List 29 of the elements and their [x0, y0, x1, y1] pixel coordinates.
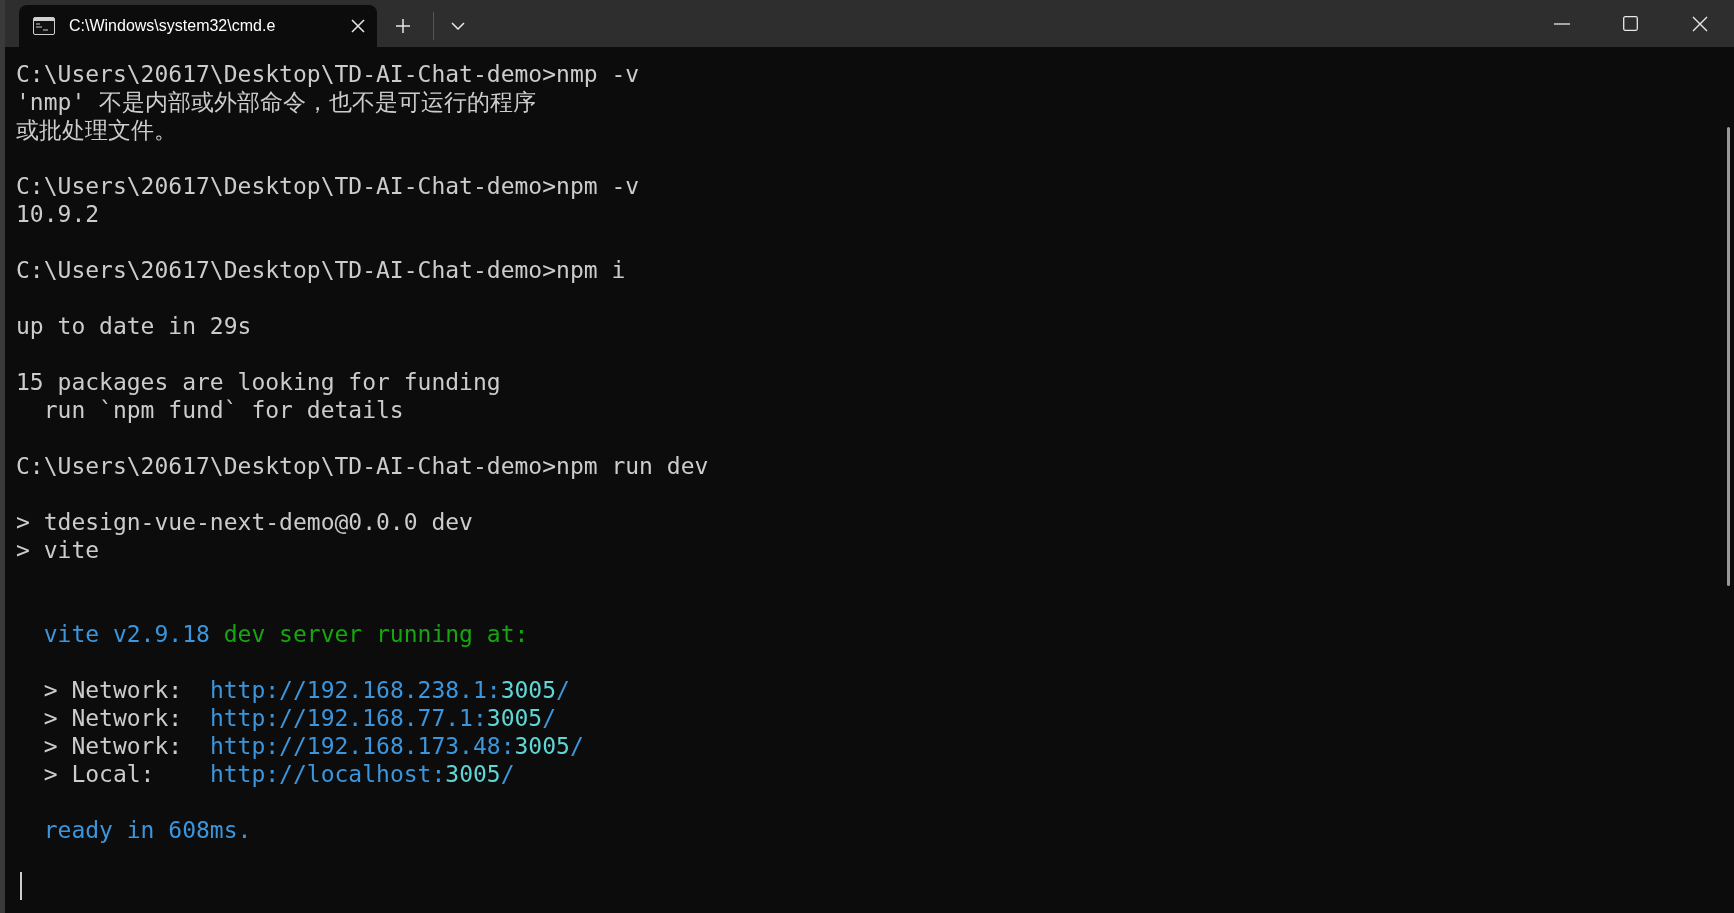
new-tab-icon[interactable]	[395, 18, 411, 34]
terminal-line: 或批处理文件。	[16, 117, 177, 143]
close-icon[interactable]	[1691, 15, 1708, 32]
terminal-line: > Network: http://192.168.77.1:3005/	[42, 705, 557, 731]
dropdown-icon[interactable]	[451, 22, 465, 30]
terminal-line: run `npm fund` for details	[42, 397, 404, 423]
terminal-line: 'nmp' 不是内部或外部命令，也不是可运行的程序	[16, 89, 537, 115]
terminal-line: C:\Users\20617\Desktop\TD-AI-Chat-demo>npm i	[16, 257, 626, 283]
minimize-icon[interactable]	[1553, 22, 1570, 25]
terminal-line: 15 packages are looking for funding	[16, 369, 501, 395]
terminal-line: C:\Users\20617\Desktop\TD-AI-Chat-demo>nmp -v	[16, 61, 640, 87]
scrollbar-thumb[interactable]	[1727, 127, 1730, 586]
terminal-line: 10.9.2	[16, 201, 100, 227]
terminal-line: > tdesign-vue-next-demo@0.0.0 dev	[16, 509, 473, 535]
terminal-line: > Network: http://192.168.173.48:3005/	[42, 733, 584, 759]
terminal-line: > Network: http://192.168.238.1:3005/	[42, 677, 570, 703]
terminal-line: C:\Users\20617\Desktop\TD-AI-Chat-demo>npm -v	[16, 173, 640, 199]
terminal-tab[interactable]: C:\Windows\system32\cmd.e	[19, 5, 377, 47]
terminal-icon	[33, 17, 55, 35]
terminal-line: > vite	[16, 537, 100, 563]
maximize-icon[interactable]	[1623, 16, 1638, 31]
terminal-line: C:\Users\20617\Desktop\TD-AI-Chat-demo>npm run dev	[16, 453, 709, 479]
tab-title: C:\Windows\system32\cmd.e	[69, 17, 277, 35]
terminal-line: up to date in 29s	[16, 313, 252, 339]
close-tab-icon[interactable]	[351, 19, 365, 33]
terminal-line: vite v2.9.18 dev server running at:	[43, 621, 529, 647]
terminal-line: ready in 608ms.	[43, 817, 252, 843]
text-cursor	[20, 872, 22, 900]
terminal-line: > Local: http://localhost:3005/	[42, 761, 515, 787]
